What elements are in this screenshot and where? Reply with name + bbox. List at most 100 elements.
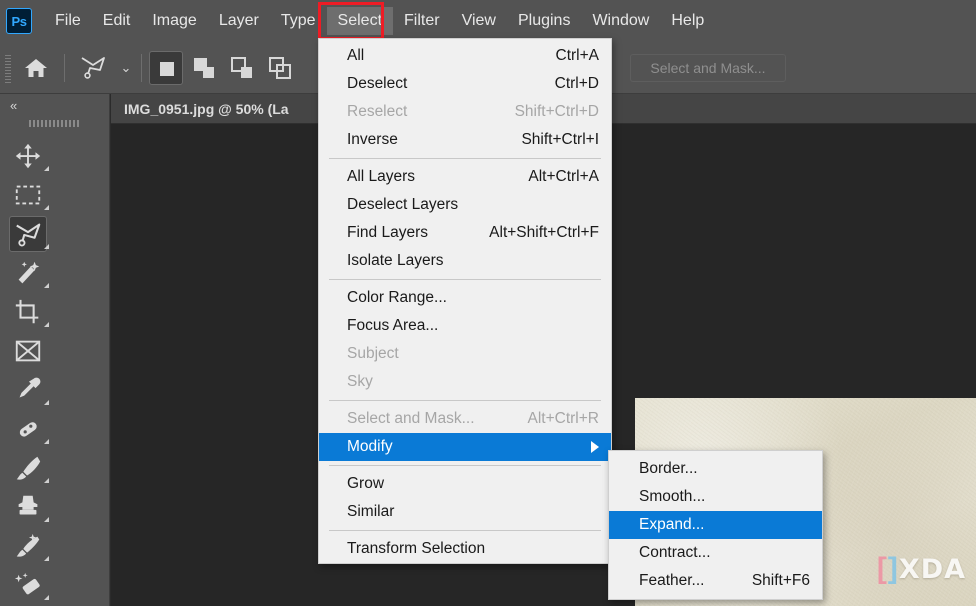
polygonal-lasso-icon[interactable] (70, 45, 116, 91)
grip-dots-icon (28, 119, 81, 127)
xda-watermark: [ ] XDA (877, 554, 966, 584)
menu-item-inverse[interactable]: Inverse Shift+Ctrl+I (319, 126, 611, 154)
menu-help[interactable]: Help (660, 7, 715, 35)
menu-item-label: Transform Selection (347, 540, 486, 557)
watermark-bracket-left: [ (876, 552, 887, 585)
modify-submenu[interactable]: Border... Smooth... Expand... Contract... Fe… (608, 450, 823, 600)
options-bar-grip[interactable] (3, 52, 13, 83)
crop-icon (12, 296, 44, 328)
tools-panel-grip[interactable] (0, 116, 109, 130)
submenu-arrow-icon (591, 441, 599, 453)
history-brush-tool[interactable] (0, 526, 55, 565)
menu-item-find-layers[interactable]: Find Layers Alt+Shift+Ctrl+F (319, 219, 611, 247)
submenu-item-contract[interactable]: Contract... (609, 539, 822, 567)
subtract-from-selection-button[interactable] (225, 51, 259, 85)
move-icon (12, 140, 44, 172)
new-selection-button[interactable] (149, 50, 183, 85)
menu-window[interactable]: Window (581, 7, 660, 35)
menu-item-all[interactable]: All Ctrl+A (319, 42, 611, 70)
menu-item-focus-area[interactable]: Focus Area... (319, 312, 611, 340)
tools-panel-collapse-button[interactable]: « (0, 94, 109, 116)
menu-item-label: Deselect Layers (347, 196, 459, 213)
menu-item-isolate-layers[interactable]: Isolate Layers (319, 247, 611, 275)
menu-item-label: Modify (347, 438, 393, 455)
submenu-item-expand[interactable]: Expand... (609, 511, 822, 539)
clone-stamp-tool[interactable] (0, 487, 55, 526)
menu-item-label: Sky (347, 373, 373, 390)
spot-healing-brush-tool[interactable] (0, 409, 55, 448)
lasso-icon (8, 215, 47, 252)
crop-tool[interactable] (0, 292, 55, 331)
menu-item-similar[interactable]: Similar (319, 498, 611, 526)
menu-image[interactable]: Image (141, 7, 207, 35)
submenu-item-label: Expand... (639, 516, 705, 533)
submenu-item-smooth[interactable]: Smooth... (609, 483, 822, 511)
menu-item-label: Subject (347, 345, 399, 362)
menu-select[interactable]: Select (326, 7, 394, 35)
document-tab-title: IMG_0951.jpg @ 50% (La (124, 100, 289, 117)
menu-item-transform-selection[interactable]: Transform Selection (319, 535, 611, 563)
menu-bar: Ps File Edit Image Layer Type Select Filter Vie… (0, 0, 976, 42)
menu-item-shortcut: Alt+Ctrl+R (527, 410, 600, 427)
menu-item-label: Select and Mask... (347, 410, 475, 427)
menu-filter[interactable]: Filter (393, 7, 451, 35)
tool-preset-chevron-down-icon[interactable]: ⌄ (116, 60, 136, 76)
menu-item-shortcut: Ctrl+D (554, 75, 599, 92)
menu-edit[interactable]: Edit (92, 7, 142, 35)
menu-layer[interactable]: Layer (208, 7, 270, 35)
options-separator-1 (64, 53, 65, 82)
photoshop-window: Ps File Edit Image Layer Type Select Filter Vie… (0, 0, 976, 606)
options-separator-2 (141, 53, 142, 82)
tool-flyout-corner-icon (44, 244, 49, 249)
brush-tool[interactable] (0, 448, 55, 487)
menu-item-label: Inverse (347, 131, 398, 148)
stamp-icon (12, 491, 44, 523)
tool-flyout-corner-icon (44, 283, 49, 288)
menu-plugins[interactable]: Plugins (507, 7, 581, 35)
wand-icon (12, 257, 44, 289)
tool-flyout-corner-icon (44, 556, 49, 561)
tool-flyout-corner-icon (44, 400, 49, 405)
select-dropdown-menu[interactable]: All Ctrl+A Deselect Ctrl+D Reselect Shift+Ctr… (318, 38, 612, 564)
photoshop-logo: Ps (6, 8, 32, 34)
menu-item-shortcut: Shift+Ctrl+I (521, 131, 599, 148)
menu-item-label: Find Layers (347, 224, 428, 241)
tool-flyout-corner-icon (44, 166, 49, 171)
submenu-item-label: Border... (639, 460, 698, 477)
submenu-item-feather[interactable]: Feather... Shift+F6 (609, 567, 822, 595)
rectangular-marquee-tool[interactable] (0, 175, 55, 214)
menu-item-grow[interactable]: Grow (319, 470, 611, 498)
menu-type[interactable]: Type (270, 7, 327, 35)
collapse-chevrons-icon: « (10, 97, 17, 113)
menu-item-color-range[interactable]: Color Range... (319, 284, 611, 312)
eyedropper-tool[interactable] (0, 370, 55, 409)
menu-item-deselect[interactable]: Deselect Ctrl+D (319, 70, 611, 98)
intersect-with-selection-button[interactable] (263, 51, 297, 85)
select-and-mask-button[interactable]: Select and Mask... (630, 54, 786, 82)
menu-item-label: Isolate Layers (347, 252, 444, 269)
menu-separator (329, 530, 601, 531)
frame-tool[interactable] (0, 331, 55, 370)
magic-wand-tool[interactable] (0, 253, 55, 292)
menu-view[interactable]: View (451, 7, 507, 35)
tool-flyout-corner-icon (44, 439, 49, 444)
add-to-selection-button[interactable] (187, 51, 221, 85)
menu-file[interactable]: File (44, 7, 92, 35)
submenu-item-border[interactable]: Border... (609, 455, 822, 483)
frame-icon (12, 335, 44, 367)
submenu-item-label: Smooth... (639, 488, 706, 505)
eraser-tool[interactable] (0, 565, 55, 604)
move-tool[interactable] (0, 136, 55, 175)
home-icon[interactable] (13, 45, 59, 91)
polygonal-lasso-tool[interactable] (0, 214, 55, 253)
tools-panel: « (0, 94, 110, 606)
menu-item-subject: Subject (319, 340, 611, 368)
menu-item-shortcut: Alt+Shift+Ctrl+F (489, 224, 599, 241)
menu-item-modify[interactable]: Modify (319, 433, 611, 461)
menu-item-label: All (347, 47, 365, 64)
tool-flyout-corner-icon (44, 517, 49, 522)
menu-separator (329, 400, 601, 401)
menu-item-deselect-layers[interactable]: Deselect Layers (319, 191, 611, 219)
menu-item-all-layers[interactable]: All Layers Alt+Ctrl+A (319, 163, 611, 191)
submenu-item-label: Contract... (639, 544, 711, 561)
